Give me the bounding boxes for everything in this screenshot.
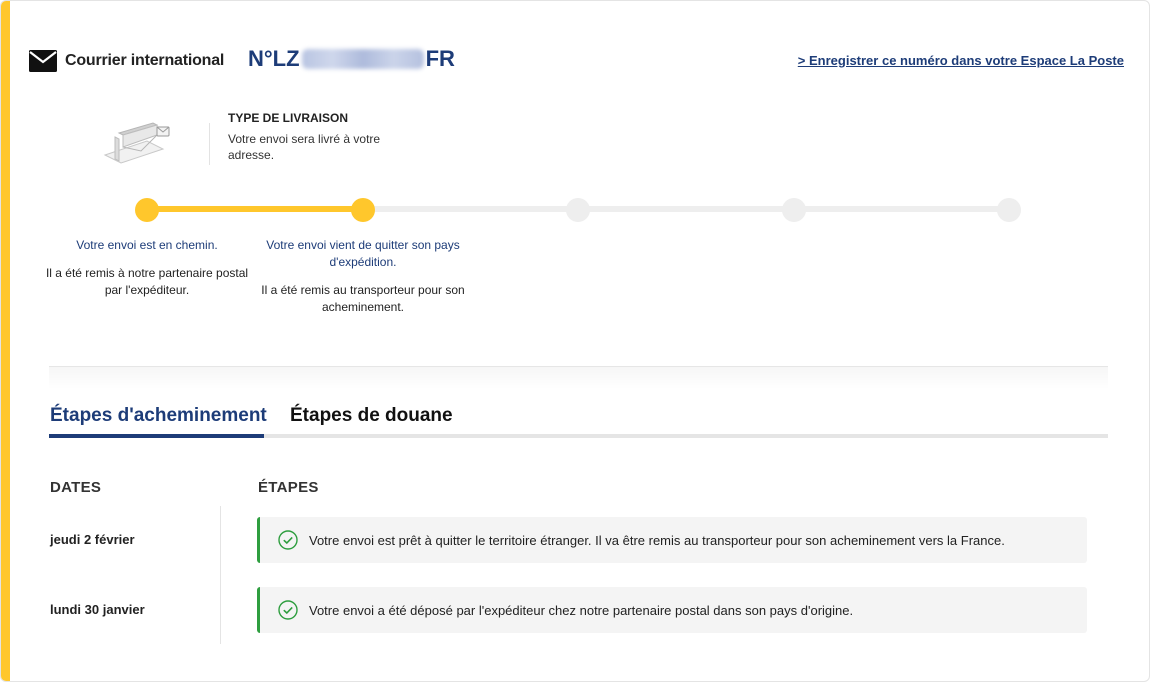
- tracking-card: Courrier international N°LZ FR > Enregis…: [0, 0, 1150, 682]
- step-1-text: Votre envoi est en chemin. Il a été remi…: [42, 237, 252, 299]
- steps-header: ÉTAPES: [258, 479, 319, 496]
- tracking-prefix: N°LZ: [248, 46, 300, 71]
- step-2-dot: [351, 198, 375, 222]
- row-1-date: jeudi 2 février: [50, 532, 135, 547]
- delivery-separator: [209, 123, 210, 165]
- tab-shipping-steps[interactable]: Étapes d'acheminement: [50, 405, 267, 427]
- mailbox-delivery-icon: [103, 122, 170, 164]
- row-1-event: Votre envoi est prêt à quitter le territ…: [257, 517, 1087, 563]
- tracking-suffix: FR: [425, 46, 455, 71]
- step-1-dot: [135, 198, 159, 222]
- row-1-event-text: Votre envoi est prêt à quitter le territ…: [309, 532, 1005, 548]
- row-2-event: Votre envoi a été déposé par l'expéditeu…: [257, 587, 1087, 633]
- envelope-icon: [29, 50, 57, 72]
- redacted-digits: [301, 49, 424, 69]
- step-1-title: Votre envoi est en chemin.: [76, 238, 218, 252]
- row-2-event-text: Votre envoi a été déposé par l'expéditeu…: [309, 602, 854, 618]
- header: Courrier international: [29, 45, 224, 77]
- step-4-dot: [782, 198, 806, 222]
- tab-customs-steps[interactable]: Étapes de douane: [290, 405, 453, 427]
- check-circle-icon: [278, 600, 298, 620]
- step-1-subtitle: Il a été remis à notre partenaire postal…: [45, 266, 249, 297]
- tracking-number: N°LZ FR: [248, 46, 455, 72]
- active-tab-indicator: [49, 434, 264, 438]
- delivery-type-title: TYPE DE LIVRAISON: [228, 111, 349, 125]
- progress-fill: [147, 206, 363, 212]
- check-circle-icon: [278, 530, 298, 550]
- step-2-subtitle: Il a été remis au transporteur pour son …: [261, 283, 465, 314]
- row-2-date: lundi 30 janvier: [50, 602, 145, 617]
- accent-bar: [1, 1, 10, 681]
- step-5-dot: [997, 198, 1021, 222]
- delivery-type-description: Votre envoi sera livré à votre adresse.: [228, 132, 381, 162]
- service-name: Courrier international: [65, 52, 225, 69]
- register-number-link[interactable]: > Enregistrer ce numéro dans votre Espac…: [798, 53, 1124, 68]
- step-3-dot: [566, 198, 590, 222]
- step-2-title: Votre envoi vient de quitter son pays d'…: [266, 238, 460, 269]
- step-2-text: Votre envoi vient de quitter son pays d'…: [258, 237, 468, 316]
- divider-shadow: [49, 367, 1108, 389]
- column-separator: [220, 506, 221, 644]
- dates-header: DATES: [50, 479, 102, 496]
- tabs: Étapes d'acheminement Étapes de douane: [49, 401, 1108, 438]
